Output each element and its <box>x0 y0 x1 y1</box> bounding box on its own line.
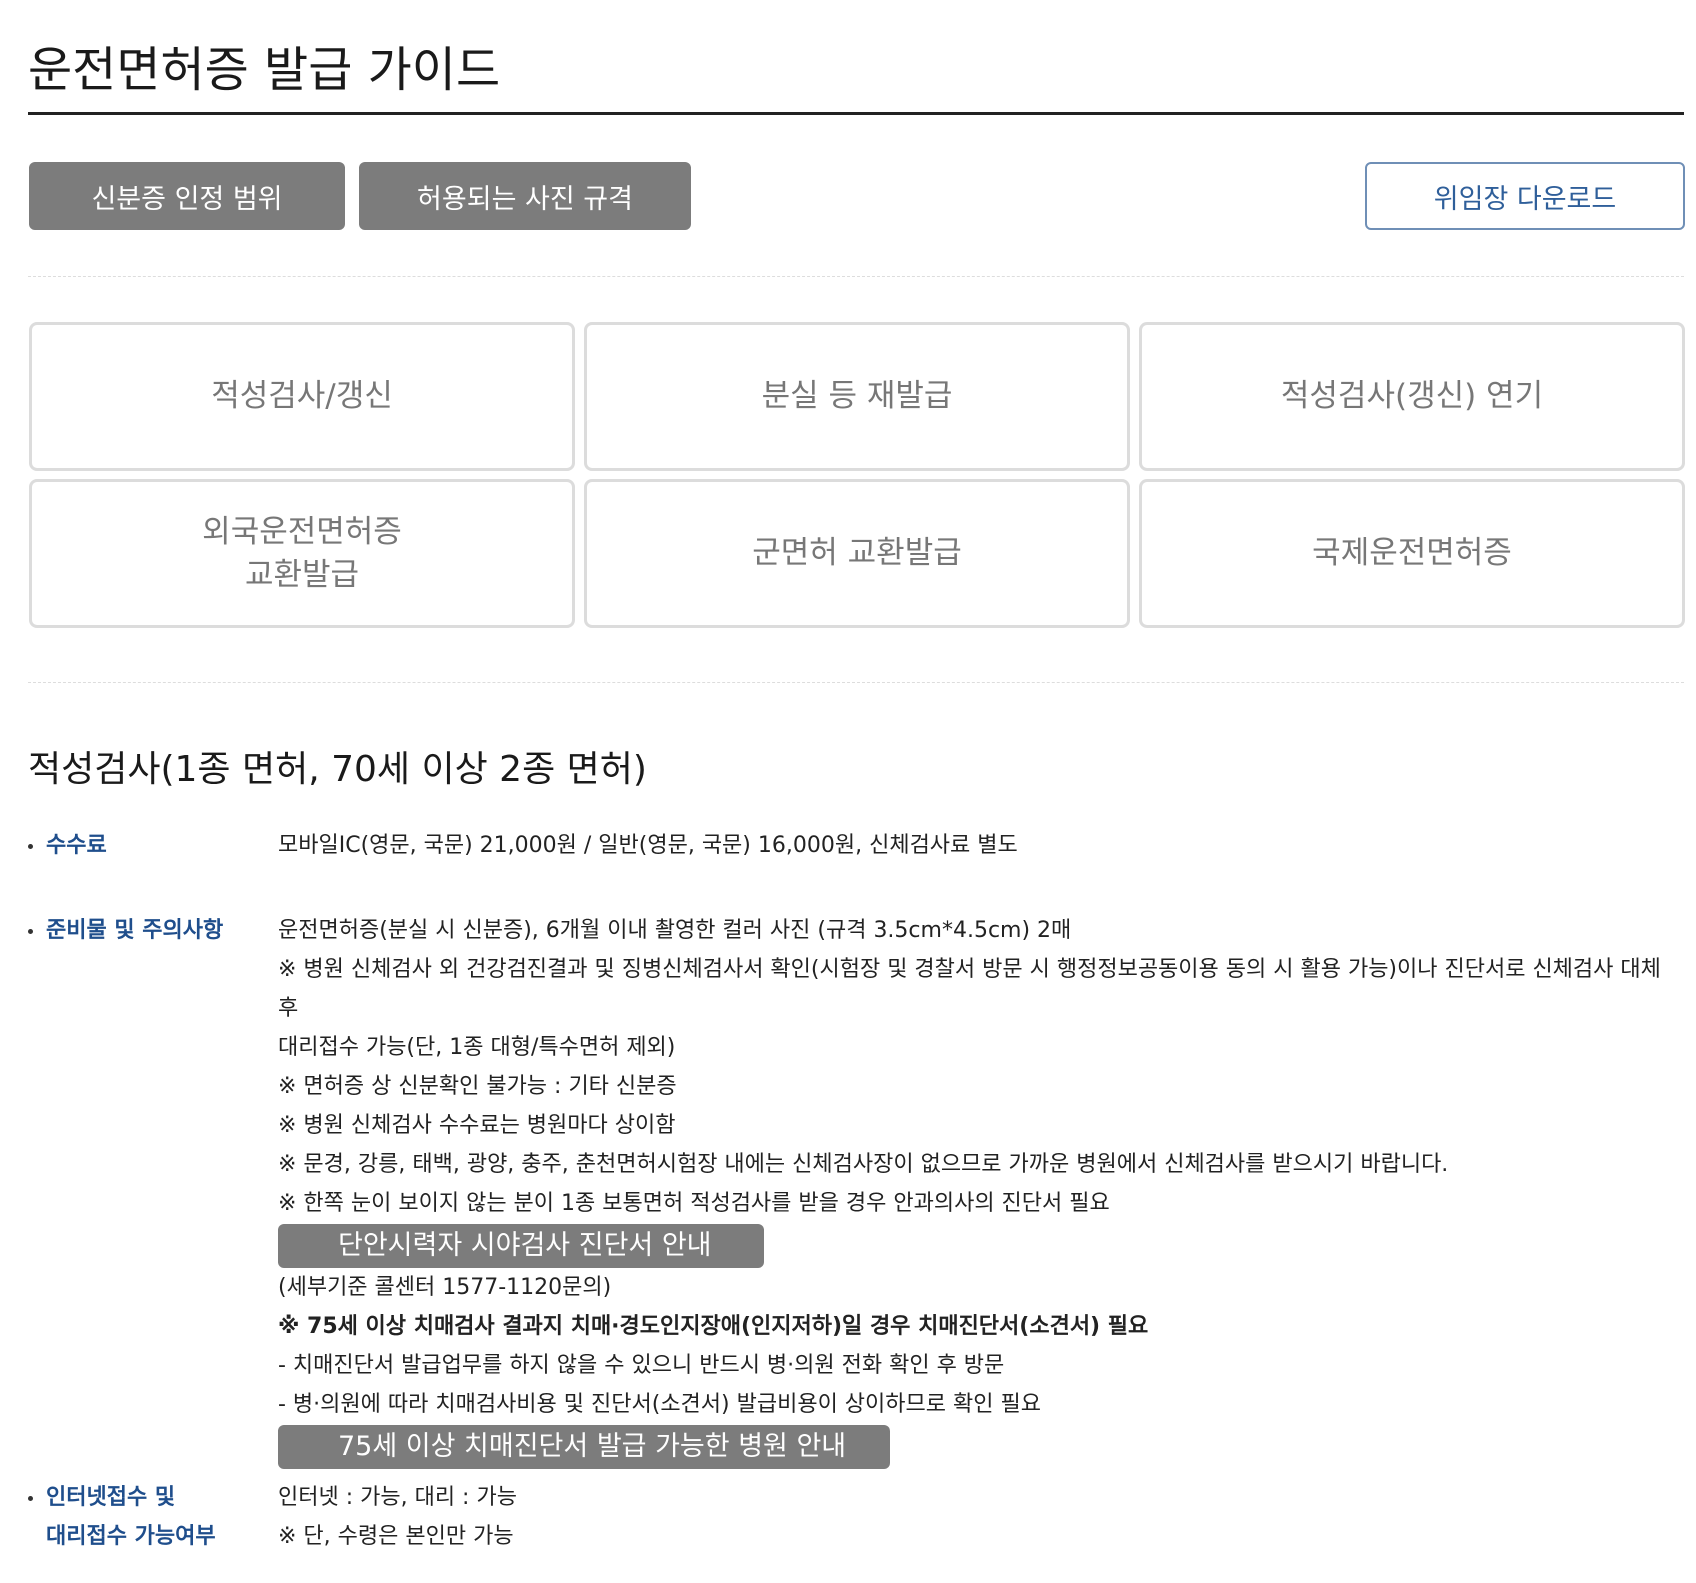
fee-value: 모바일IC(영문, 국문) 21,000원 / 일반(영문, 국문) 16,00… <box>278 833 1018 858</box>
section-divider <box>28 682 1684 683</box>
dementia-notice: ※ 75세 이상 치매검사 결과지 치매·경도인지장애(인지저하)일 경우 치매… <box>278 1314 1149 1339</box>
id-scope-button[interactable]: 신분증 인정 범위 <box>29 162 345 230</box>
tile-label: 국제운전면허증 <box>1312 535 1512 571</box>
service-tile-grid: 적성검사/갱신 분실 등 재발급 적성검사(갱신) 연기 외국운전면허증 교환발… <box>29 322 1685 630</box>
dementia-line: - 병·의원에 따라 치매검사비용 및 진단서(소견서) 발급비용이 상이하므로… <box>278 1392 1041 1417</box>
section-divider <box>28 276 1684 277</box>
proxy-label-line: 대리접수 가능여부 <box>46 1524 216 1549</box>
tile-renewal-postpone[interactable]: 적성검사(갱신) 연기 <box>1139 322 1685 471</box>
section-title: 적성검사(1종 면허, 70세 이상 2종 면허) <box>28 749 647 790</box>
prep-line: 대리접수 가능(단, 1종 대형/특수면허 제외) <box>278 1035 676 1060</box>
prep-line: ※ 병원 신체검사 수수료는 병원마다 상이함 <box>278 1113 676 1138</box>
title-divider <box>28 112 1684 115</box>
tile-aptitude-renewal[interactable]: 적성검사/갱신 <box>29 322 575 471</box>
preparation-body: 운전면허증(분실 시 신분증), 6개월 이내 촬영한 컬러 사진 (규격 3.… <box>278 911 1688 1469</box>
tile-international-license[interactable]: 국제운전면허증 <box>1139 479 1685 628</box>
preparation-label: 준비물 및 주의사항 <box>28 911 278 950</box>
prep-line: ※ 면허증 상 신분확인 불가능 : 기타 신분증 <box>278 1074 677 1099</box>
preparation-row: 준비물 및 주의사항 운전면허증(분실 시 신분증), 6개월 이내 촬영한 컬… <box>28 911 1688 1469</box>
internet-proxy-label: 인터넷접수 및 대리접수 가능여부 <box>28 1478 278 1556</box>
tile-foreign-license-exchange[interactable]: 외국운전면허증 교환발급 <box>29 479 575 628</box>
callcenter-note: (세부기준 콜센터 1577-1120문의) <box>278 1275 612 1300</box>
prep-line: ※ 문경, 강릉, 태백, 광양, 충주, 춘천면허시험장 내에는 신체검사장이… <box>278 1152 1449 1177</box>
tile-lost-reissue[interactable]: 분실 등 재발급 <box>584 322 1130 471</box>
fee-label: 수수료 <box>28 826 278 865</box>
fee-row: 수수료 모바일IC(영문, 국문) 21,000원 / 일반(영문, 국문) 1… <box>28 826 1688 866</box>
internet-proxy-availability: 인터넷 : 가능, 대리 : 가능 <box>278 1485 517 1510</box>
proxy-download-button[interactable]: 위임장 다운로드 <box>1365 162 1685 230</box>
prep-line: ※ 병원 신체검사 외 건강검진결과 및 징병신체검사서 확인(시험장 및 경찰… <box>278 957 1661 1021</box>
prep-line: ※ 한쪽 눈이 보이지 않는 분이 1종 보통면허 적성검사를 받을 경우 안과… <box>278 1191 1110 1216</box>
page-title: 운전면허증 발급 가이드 <box>28 42 501 98</box>
internet-proxy-row: 인터넷접수 및 대리접수 가능여부 인터넷 : 가능, 대리 : 가능 ※ 단,… <box>28 1478 1688 1558</box>
tile-label: 군면허 교환발급 <box>752 535 962 571</box>
page: 운전면허증 발급 가이드 신분증 인정 범위 허용되는 사진 규격 위임장 다운… <box>0 0 1696 1583</box>
tile-label: 적성검사/갱신 <box>211 378 393 414</box>
internet-label-line: 인터넷접수 및 <box>46 1485 176 1510</box>
tile-military-license-exchange[interactable]: 군면허 교환발급 <box>584 479 1130 628</box>
dementia-hospital-guide-button[interactable]: 75세 이상 치매진단서 발급 가능한 병원 안내 <box>278 1425 890 1469</box>
monocular-diagnosis-guide-button[interactable]: 단안시력자 시야검사 진단서 안내 <box>278 1224 764 1268</box>
tile-label: 외국운전면허증 교환발급 <box>202 513 402 593</box>
tile-label: 분실 등 재발급 <box>761 378 953 414</box>
pickup-notice: ※ 단, 수령은 본인만 가능 <box>278 1524 514 1549</box>
tile-label: 적성검사(갱신) 연기 <box>1280 378 1544 414</box>
prep-line: 운전면허증(분실 시 신분증), 6개월 이내 촬영한 컬러 사진 (규격 3.… <box>278 918 1072 943</box>
dementia-line: - 치매진단서 발급업무를 하지 않을 수 있으니 반드시 병·의원 전화 확인… <box>278 1353 1005 1378</box>
photo-spec-button[interactable]: 허용되는 사진 규격 <box>359 162 691 230</box>
